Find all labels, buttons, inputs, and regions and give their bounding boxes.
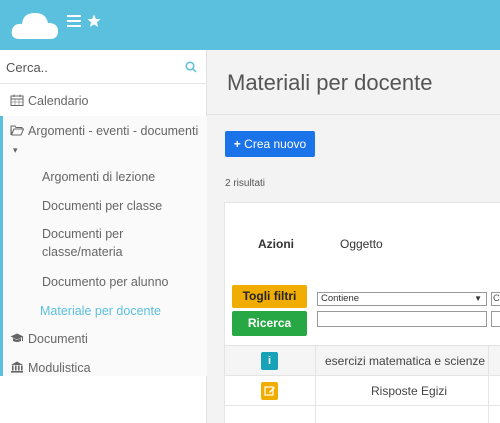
filter-subject-input[interactable]	[317, 311, 487, 327]
filter-operator-value-2: C	[493, 293, 500, 304]
divider	[207, 114, 500, 115]
table-cell-subject: Risposte Egizi	[371, 384, 448, 398]
materials-table: Azioni Oggetto Togli filtri Ricerca Cont…	[224, 202, 500, 423]
sidebar-subitem-documento-alunno[interactable]: Documento per alunno	[42, 273, 202, 291]
sidebar-item-label: Documenti	[28, 332, 88, 346]
bank-icon	[11, 361, 23, 373]
table-row[interactable]: i esercizi matematica e scienze	[225, 345, 500, 375]
cell-divider	[315, 406, 316, 423]
cloud-logo-icon[interactable]	[10, 9, 60, 43]
sidebar-subitem-argomenti-lezione[interactable]: Argomenti di lezione	[42, 168, 202, 186]
sidebar-subitem-documenti-classe-materia[interactable]: Documenti per classe/materia	[42, 225, 172, 261]
sidebar-search: Cerca..	[0, 50, 207, 84]
clear-filters-button[interactable]: Togli filtri	[232, 285, 307, 308]
top-bar	[0, 0, 500, 50]
sidebar-item-label: Calendario	[28, 94, 89, 108]
search-button[interactable]: Ricerca	[232, 311, 307, 336]
filter-operator-select[interactable]: Contiene ▼	[317, 292, 487, 306]
cell-divider	[488, 346, 489, 375]
table-row	[225, 405, 500, 423]
hamburger-menu-icon[interactable]	[67, 15, 81, 27]
cell-divider	[488, 406, 489, 423]
folder-open-icon	[10, 125, 24, 136]
cell-divider	[488, 376, 489, 405]
chevron-down-icon: ▾	[13, 145, 18, 155]
results-count: 2 risultati	[225, 178, 266, 189]
sidebar-item-documenti[interactable]: Documenti	[10, 332, 217, 346]
sidebar-item-label: Modulistica	[28, 361, 91, 375]
cell-divider	[315, 376, 316, 405]
edit-button[interactable]	[261, 382, 278, 400]
plus-icon: +	[233, 137, 241, 151]
search-input[interactable]: Cerca..	[6, 60, 48, 75]
sidebar: Cerca.. Calendario Argomenti - eventi - …	[0, 50, 207, 423]
graduation-cap-icon	[10, 333, 24, 342]
create-new-label: Crea nuovo	[244, 137, 307, 151]
star-icon[interactable]	[87, 14, 101, 28]
sidebar-item-modulistica[interactable]: Modulistica	[10, 361, 217, 375]
filter-operator-value: Contiene	[321, 293, 360, 304]
column-header-subject[interactable]: Oggetto	[340, 237, 383, 251]
cell-divider	[315, 346, 316, 375]
sidebar-subitem-documenti-classe[interactable]: Documenti per classe	[42, 197, 202, 215]
column-header-actions: Azioni	[258, 237, 294, 251]
edit-icon	[264, 386, 275, 396]
search-icon[interactable]	[185, 61, 197, 73]
sidebar-item-argomenti[interactable]: Argomenti - eventi - documenti ▾	[10, 122, 200, 159]
chevron-down-icon: ▼	[474, 294, 482, 303]
filter-input-2[interactable]	[491, 311, 500, 327]
sidebar-subitem-materiale-docente[interactable]: Materiale per docente	[40, 302, 200, 320]
sidebar-item-label: Argomenti - eventi - documenti	[28, 124, 199, 138]
page-title: Materiali per docente	[227, 70, 433, 95]
table-row[interactable]: Risposte Egizi	[225, 375, 500, 405]
create-new-button[interactable]: + Crea nuovo	[225, 131, 315, 157]
calendar-icon	[10, 94, 24, 106]
main-content: Materiali per docente + Crea nuovo 2 ris…	[207, 50, 500, 423]
filter-operator-select-2[interactable]: C	[491, 292, 500, 306]
info-icon[interactable]: i	[261, 352, 278, 370]
table-cell-subject: esercizi matematica e scienze	[325, 354, 486, 368]
sidebar-item-calendario[interactable]: Calendario	[10, 94, 217, 108]
